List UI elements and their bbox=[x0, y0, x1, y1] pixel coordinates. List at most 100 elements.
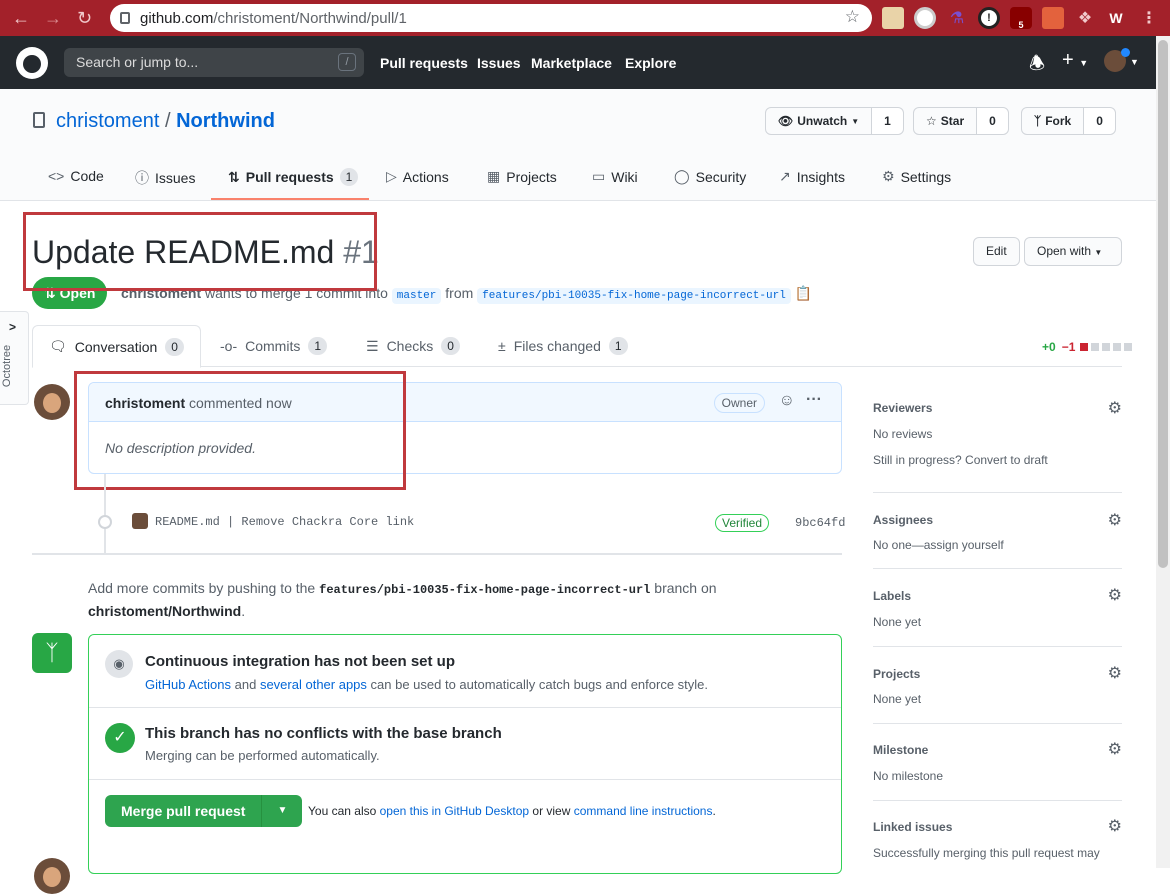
chevron-down-icon[interactable]: ▼ bbox=[1130, 57, 1139, 67]
tab-checks[interactable]: ☰ Checks 0 bbox=[350, 325, 476, 367]
file-diff-icon: ± bbox=[498, 338, 506, 354]
bookmark-star-icon[interactable]: ☆ bbox=[845, 7, 860, 27]
timeline-divider bbox=[32, 553, 842, 555]
open-with-button[interactable]: Open with ▼ bbox=[1024, 237, 1122, 266]
convert-to-draft-link[interactable]: Still in progress? Convert to draft bbox=[873, 453, 1048, 467]
gear-icon[interactable]: ⚙ bbox=[1108, 585, 1122, 605]
commit-message[interactable]: README.md | Remove Chackra Core link bbox=[155, 515, 414, 529]
avatar[interactable] bbox=[34, 384, 70, 420]
tab-commits-label: Commits bbox=[245, 338, 301, 354]
address-bar[interactable]: github.com/christoment/Northwind/pull/1 … bbox=[110, 4, 872, 32]
reload-icon[interactable]: ↻ bbox=[77, 8, 92, 29]
sidebar-milestone-label[interactable]: Milestone bbox=[873, 743, 928, 757]
add-more-suffix: . bbox=[241, 603, 246, 619]
sidebar-projects-label[interactable]: Projects bbox=[873, 667, 920, 681]
scrollbar-thumb[interactable] bbox=[1158, 40, 1168, 568]
search-placeholder: Search or jump to... bbox=[76, 54, 199, 70]
sidebar-reviewers-label[interactable]: Reviewers bbox=[873, 401, 932, 415]
pull-requests-count: 1 bbox=[339, 168, 359, 186]
ci-description: GitHub Actions and several other apps ca… bbox=[145, 677, 708, 692]
sidebar-linked-issues-label[interactable]: Linked issues bbox=[873, 820, 952, 834]
tab-files-changed[interactable]: ± Files changed 1 bbox=[482, 325, 644, 367]
merge-options-dropdown[interactable]: ▼ bbox=[262, 795, 302, 827]
octotree-toggle[interactable]: > Octotree bbox=[0, 311, 29, 405]
tab-conversation-label: Conversation bbox=[74, 338, 158, 355]
extension-icon[interactable] bbox=[914, 7, 936, 29]
fork-count[interactable]: 0 bbox=[1084, 108, 1115, 134]
sidebar-assignees-value[interactable]: No one—assign yourself bbox=[873, 538, 1004, 552]
gear-icon[interactable]: ⚙ bbox=[1108, 510, 1122, 530]
cli-instructions-link[interactable]: command line instructions bbox=[574, 804, 713, 818]
github-logo-icon[interactable] bbox=[16, 47, 48, 79]
status-dot bbox=[1121, 48, 1130, 57]
head-branch[interactable]: features/pbi-10035-fix-home-page-incorre… bbox=[477, 288, 791, 304]
nav-pull-requests[interactable]: Pull requests bbox=[380, 55, 468, 71]
forward-icon[interactable]: → bbox=[44, 8, 62, 29]
tab-code[interactable]: <> Code bbox=[48, 168, 104, 184]
copy-icon[interactable]: 📋 bbox=[795, 285, 812, 301]
back-icon[interactable]: ← bbox=[12, 8, 30, 29]
extension-icon[interactable]: ⚗ bbox=[946, 7, 968, 29]
add-more-repo: christoment/Northwind bbox=[88, 603, 242, 619]
verified-badge[interactable]: Verified bbox=[715, 514, 770, 532]
open-desktop-link[interactable]: open this in GitHub Desktop bbox=[380, 804, 529, 818]
merge-pull-request-button[interactable]: Merge pull request bbox=[105, 795, 263, 827]
gear-icon: ⚙ bbox=[882, 168, 895, 184]
tab-wiki[interactable]: ▭ Wiki bbox=[592, 168, 638, 185]
base-branch[interactable]: master bbox=[391, 288, 442, 304]
watch-count[interactable]: 1 bbox=[872, 108, 903, 134]
tab-conversation[interactable]: 🗨 Conversation 0 bbox=[32, 325, 201, 368]
notification-bell-icon[interactable]: 🕭 bbox=[1029, 51, 1045, 81]
tab-projects-label: Projects bbox=[506, 168, 557, 185]
commits-count: 1 bbox=[308, 337, 328, 355]
fork-button[interactable]: ᛉ Fork bbox=[1022, 108, 1085, 134]
edit-button[interactable]: Edit bbox=[973, 237, 1020, 266]
tab-settings[interactable]: ⚙ Settings bbox=[882, 168, 951, 185]
star-button[interactable]: ☆ Star bbox=[914, 108, 978, 134]
nav-explore[interactable]: Explore bbox=[625, 55, 676, 71]
extension-icon[interactable]: ! bbox=[978, 7, 1000, 29]
commit-author-avatar[interactable] bbox=[132, 513, 148, 529]
search-input[interactable]: Search or jump to... / bbox=[64, 48, 364, 77]
tab-commits[interactable]: -o- Commits 1 bbox=[204, 325, 343, 367]
ublock-icon[interactable]: 5 bbox=[1010, 7, 1032, 30]
emoji-reaction-icon[interactable]: ☺ bbox=[779, 392, 795, 410]
commit-sha[interactable]: 9bc64fd bbox=[795, 516, 845, 530]
gear-icon[interactable]: ⚙ bbox=[1108, 816, 1122, 836]
gear-icon[interactable]: ⚙ bbox=[1108, 739, 1122, 759]
unwatch-button[interactable]: 👁 Unwatch ▼ bbox=[766, 108, 873, 134]
eye-icon: 👁 bbox=[778, 114, 794, 128]
tab-insights[interactable]: ↗ Insights bbox=[779, 168, 845, 185]
tab-projects[interactable]: ▦ Projects bbox=[487, 168, 557, 185]
puzzle-icon[interactable]: ❖ bbox=[1074, 7, 1096, 29]
star-icon: ☆ bbox=[926, 114, 937, 128]
extension-badge: 5 bbox=[1018, 20, 1024, 30]
tab-pull-requests[interactable]: ⇅ Pull requests 1 bbox=[228, 168, 359, 186]
other-apps-link[interactable]: several other apps bbox=[260, 677, 367, 692]
conversation-count: 0 bbox=[165, 337, 184, 356]
gear-icon[interactable]: ⚙ bbox=[1108, 663, 1122, 683]
repo-name-link[interactable]: Northwind bbox=[176, 110, 275, 132]
nav-marketplace[interactable]: Marketplace bbox=[531, 55, 612, 71]
gear-icon[interactable]: ⚙ bbox=[1108, 398, 1122, 418]
sidebar-labels-label[interactable]: Labels bbox=[873, 589, 911, 603]
extension-icon[interactable] bbox=[882, 7, 904, 29]
sidebar-assignees-label[interactable]: Assignees bbox=[873, 513, 933, 527]
nav-issues[interactable]: Issues bbox=[477, 55, 521, 71]
more-options-icon[interactable]: ··· bbox=[806, 391, 822, 409]
plus-icon[interactable]: + ▼ bbox=[1062, 49, 1088, 72]
menu-kebab-icon[interactable]: ⋮ bbox=[1138, 7, 1160, 29]
tab-issues[interactable]: ⓘ Issues bbox=[135, 168, 195, 188]
tab-actions[interactable]: ▷ Actions bbox=[386, 168, 449, 185]
repo-separator: / bbox=[164, 110, 171, 132]
star-count[interactable]: 0 bbox=[977, 108, 1008, 134]
extension-icon[interactable] bbox=[1042, 7, 1064, 29]
avatar[interactable] bbox=[34, 858, 70, 894]
browser-toolbar: ← → ↻ github.com/christoment/Northwind/p… bbox=[0, 0, 1170, 36]
add-more-commits-note: Add more commits by pushing to the featu… bbox=[88, 578, 788, 622]
repo-owner-link[interactable]: christoment bbox=[56, 110, 159, 132]
github-actions-link[interactable]: GitHub Actions bbox=[145, 677, 231, 692]
pull-request-icon: ⇅ bbox=[228, 168, 240, 185]
tab-security[interactable]: ◯ Security bbox=[674, 168, 746, 185]
extension-icon[interactable]: W bbox=[1105, 7, 1127, 29]
